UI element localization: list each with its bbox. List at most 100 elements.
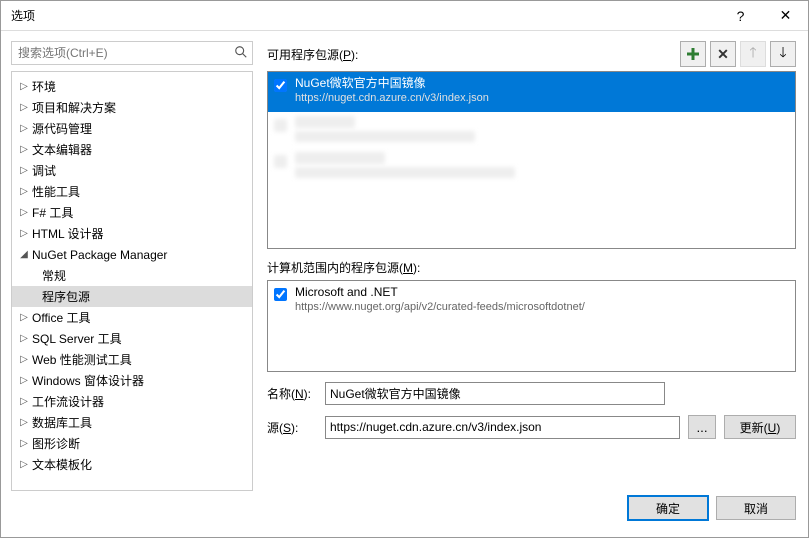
chevron-right-icon: ▷ [18,81,30,92]
tree-item[interactable]: ▷文本模板化 [12,454,252,475]
chevron-right-icon: ▷ [18,165,30,176]
name-label: 名称(N): [267,385,317,402]
chevron-right-icon: ▷ [18,123,30,134]
tree-item-label: 源代码管理 [30,120,92,137]
tree-item[interactable]: ▷Office 工具 [12,307,252,328]
chevron-right-icon: ▷ [18,228,30,239]
tree-item[interactable]: ▷文本编辑器 [12,139,252,160]
machine-sources-list[interactable]: Microsoft and .NEThttps://www.nuget.org/… [267,280,796,372]
chevron-right-icon: ▷ [18,354,30,365]
cancel-button[interactable]: 取消 [716,496,796,520]
chevron-down-icon: ◢ [18,249,30,260]
tree-item[interactable]: ▷SQL Server 工具 [12,328,252,349]
sources-header: 可用程序包源(P): ✕ 🡑 🡓 [267,41,796,67]
source-item[interactable]: Microsoft and .NEThttps://www.nuget.org/… [268,281,795,321]
tree-item[interactable]: ▷项目和解决方案 [12,97,252,118]
source-item[interactable]: NuGet微软官方中国镜像https://nuget.cdn.azure.cn/… [268,72,795,112]
tree-item-label: 项目和解决方案 [30,99,116,116]
tree-item[interactable]: ▷调试 [12,160,252,181]
chevron-right-icon: ▷ [18,144,30,155]
update-button[interactable]: 更新(U) [724,415,796,439]
redacted-source-item [268,112,795,148]
tree-item-label: 图形诊断 [30,435,80,452]
close-button[interactable]: ✕ [763,1,808,31]
move-up-button[interactable]: 🡑 [740,41,766,67]
titlebar: 选项 ? ✕ [1,1,808,31]
dialog-body: ▷环境▷项目和解决方案▷源代码管理▷文本编辑器▷调试▷性能工具▷F# 工具▷HT… [1,31,808,491]
tree-item-label: Web 性能测试工具 [30,351,132,368]
tree-item-label: F# 工具 [30,204,73,221]
tree-item-label: 文本编辑器 [30,141,92,158]
source-input[interactable] [325,416,680,439]
name-field-row: 名称(N): [267,382,796,405]
tree-item[interactable]: ◢NuGet Package Manager [12,244,252,265]
window-title: 选项 [11,7,718,24]
chevron-right-icon: ▷ [18,459,30,470]
tree-item-label: 性能工具 [30,183,80,200]
tree-subitem[interactable]: 常规 [12,265,252,286]
tree-item-label: 文本模板化 [30,456,92,473]
tree-item[interactable]: ▷HTML 设计器 [12,223,252,244]
chevron-right-icon: ▷ [18,186,30,197]
source-name: NuGet微软官方中国镜像 [295,76,489,91]
remove-source-button[interactable]: ✕ [710,41,736,67]
tree-subitem[interactable]: 程序包源 [12,286,252,307]
source-url: https://nuget.cdn.azure.cn/v3/index.json [295,91,489,106]
tree-item[interactable]: ▷环境 [12,76,252,97]
arrow-up-icon: 🡑 [749,42,756,66]
tree-item-label: 工作流设计器 [30,393,104,410]
tree-item-label: NuGet Package Manager [30,248,167,262]
source-toolbar: ✕ 🡑 🡓 [680,41,796,67]
source-checkbox[interactable] [274,79,287,92]
source-field-row: 源(S): ... 更新(U) [267,415,796,439]
tree-item[interactable]: ▷F# 工具 [12,202,252,223]
tree-item-label: Office 工具 [30,309,90,326]
tree-item-label: 常规 [40,267,66,284]
tree-item[interactable]: ▷工作流设计器 [12,391,252,412]
name-input[interactable] [325,382,665,405]
chevron-right-icon: ▷ [18,375,30,386]
help-button[interactable]: ? [718,1,763,31]
move-down-button[interactable]: 🡓 [770,41,796,67]
ok-button[interactable]: 确定 [628,496,708,520]
sidebar: ▷环境▷项目和解决方案▷源代码管理▷文本编辑器▷调试▷性能工具▷F# 工具▷HT… [11,41,253,491]
source-checkbox[interactable] [274,288,287,301]
chevron-right-icon: ▷ [18,207,30,218]
browse-button[interactable]: ... [688,415,716,439]
source-url: https://www.nuget.org/api/v2/curated-fee… [295,300,585,315]
chevron-right-icon: ▷ [18,417,30,428]
tree-item-label: HTML 设计器 [30,225,104,242]
machine-sources-label: 计算机范围内的程序包源(M): [267,259,796,276]
chevron-right-icon: ▷ [18,438,30,449]
redacted-source-item [268,148,795,184]
tree-item-label: SQL Server 工具 [30,330,122,347]
tree-item-label: 数据库工具 [30,414,92,431]
arrow-down-icon: 🡓 [779,42,786,66]
tree-item[interactable]: ▷图形诊断 [12,433,252,454]
chevron-right-icon: ▷ [18,396,30,407]
tree-item[interactable]: ▷源代码管理 [12,118,252,139]
x-icon: ✕ [717,46,729,63]
chevron-right-icon: ▷ [18,333,30,344]
dialog-footer: 确定 取消 [1,491,808,537]
source-name: Microsoft and .NET [295,285,585,300]
sources-list[interactable]: NuGet微软官方中国镜像https://nuget.cdn.azure.cn/… [267,71,796,249]
options-dialog: 选项 ? ✕ ▷环境▷项目和解决方案▷源代码管理▷文本编辑器▷调试▷性能工具▷F… [0,0,809,538]
tree-item-label: Windows 窗体设计器 [30,372,144,389]
chevron-right-icon: ▷ [18,102,30,113]
options-tree[interactable]: ▷环境▷项目和解决方案▷源代码管理▷文本编辑器▷调试▷性能工具▷F# 工具▷HT… [11,71,253,491]
tree-item[interactable]: ▷Web 性能测试工具 [12,349,252,370]
source-label: 源(S): [267,419,317,436]
search-icon [234,45,248,62]
chevron-right-icon: ▷ [18,312,30,323]
tree-item-label: 环境 [30,78,56,95]
search-input[interactable] [12,42,252,64]
tree-item[interactable]: ▷性能工具 [12,181,252,202]
main-panel: 可用程序包源(P): ✕ 🡑 🡓 NuG [267,41,796,491]
tree-item[interactable]: ▷数据库工具 [12,412,252,433]
tree-item-label: 调试 [30,162,56,179]
tree-item-label: 程序包源 [40,288,90,305]
tree-item[interactable]: ▷Windows 窗体设计器 [12,370,252,391]
add-source-button[interactable] [680,41,706,67]
plus-icon [686,47,700,61]
